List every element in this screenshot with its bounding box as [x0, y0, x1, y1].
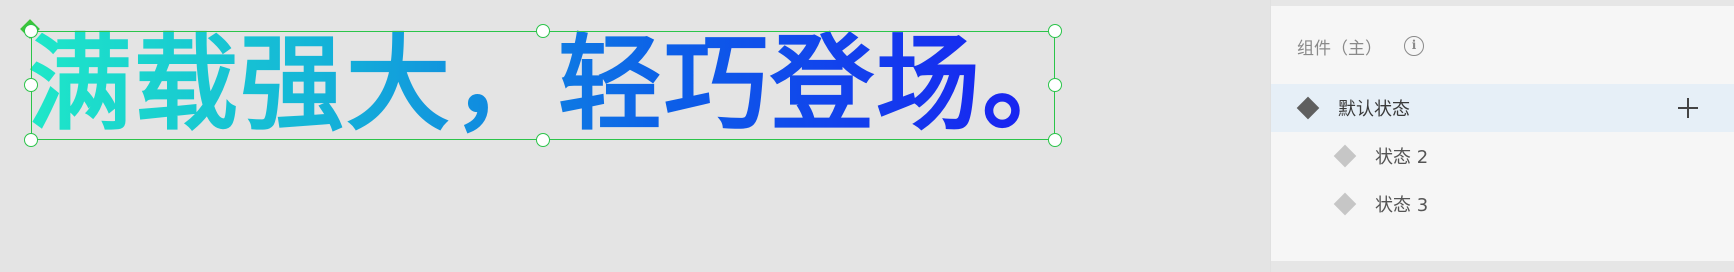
resize-handle-top-right[interactable] — [1048, 24, 1062, 38]
add-state-button[interactable] — [1672, 92, 1704, 124]
state-diamond-icon — [1333, 192, 1357, 216]
resize-handle-top-left[interactable] — [24, 24, 38, 38]
state-row-default[interactable]: 默认状态 — [1271, 84, 1734, 132]
design-canvas[interactable]: 满载强大，轻巧登场。 — [0, 0, 1270, 272]
resize-handle-middle-right[interactable] — [1048, 78, 1062, 92]
selection-box — [31, 31, 1055, 140]
resize-handle-bottom-middle[interactable] — [536, 133, 550, 147]
state-label: 状态 2 — [1375, 147, 1429, 168]
component-states-panel: 组件（主） i 默认状态 状态 2 状态 3 — [1270, 0, 1734, 272]
info-icon[interactable]: i — [1404, 36, 1424, 56]
resize-handle-middle-left[interactable] — [24, 78, 38, 92]
resize-handle-bottom-left[interactable] — [24, 133, 38, 147]
component-main-label: 组件（主） — [1297, 38, 1382, 59]
state-row-2[interactable]: 状态 2 — [1271, 132, 1734, 180]
panel-bottom-divider — [1271, 261, 1734, 272]
panel-header: 组件（主） i — [1297, 32, 1424, 60]
state-label: 状态 3 — [1375, 195, 1429, 216]
resize-handle-top-middle[interactable] — [536, 24, 550, 38]
component-diamond-icon — [1296, 96, 1320, 120]
state-row-3[interactable]: 状态 3 — [1271, 180, 1734, 228]
state-label: 默认状态 — [1338, 99, 1410, 120]
state-diamond-icon — [1333, 144, 1357, 168]
resize-handle-bottom-right[interactable] — [1048, 133, 1062, 147]
panel-top-divider — [1271, 0, 1734, 6]
